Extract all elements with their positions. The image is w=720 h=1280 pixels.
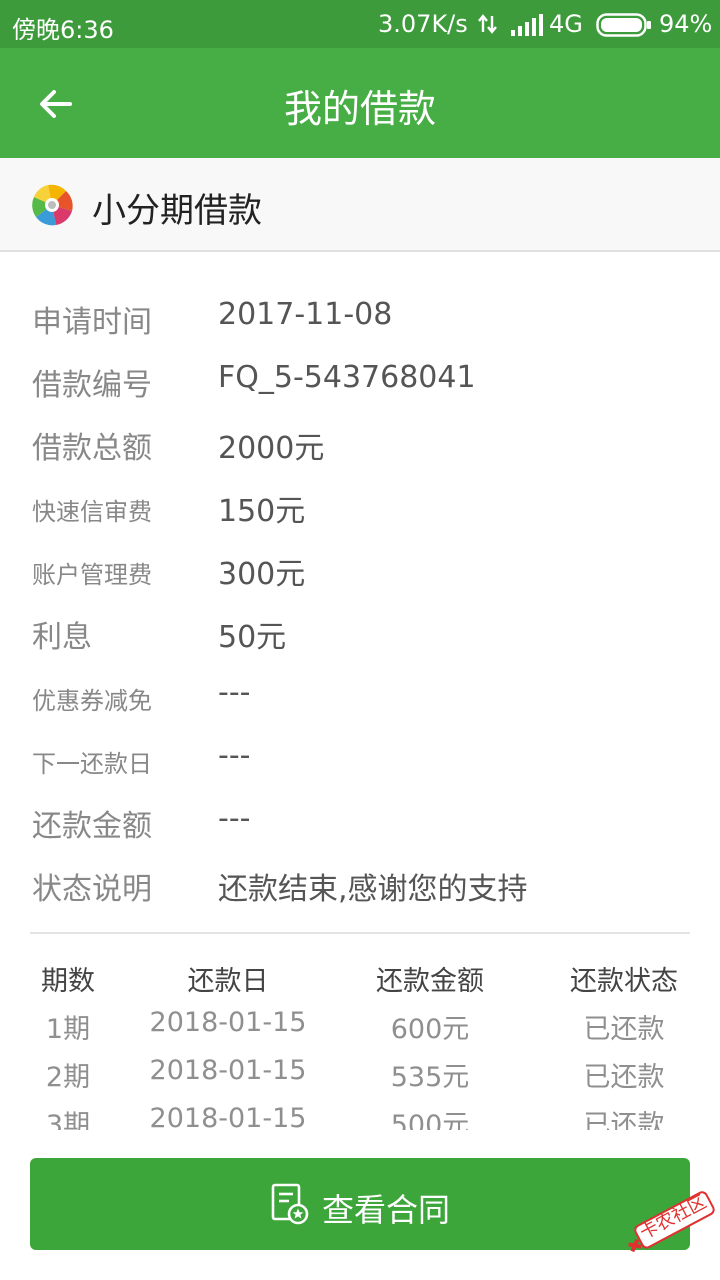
status-bar: 傍晚6:36 3.07K/s 4G 94%	[0, 0, 720, 48]
contract-document-icon	[271, 1183, 309, 1225]
schedule-cell-status: 已还款	[583, 1014, 665, 1045]
battery-icon	[596, 13, 651, 37]
section-divider	[30, 932, 690, 934]
network-type: 4G	[549, 10, 583, 38]
schedule-cell-status: 已还款	[583, 1062, 665, 1093]
detail-label: 申请时间	[32, 305, 152, 340]
detail-value: FQ_5-543768041	[218, 360, 476, 395]
product-header: 小分期借款	[0, 158, 720, 252]
schedule-cell-status: 已还款	[583, 1110, 665, 1130]
detail-row-status: 状态说明 还款结束,感谢您的支持	[0, 852, 720, 915]
view-contract-button[interactable]: 查看合同	[30, 1158, 690, 1250]
schedule-cell-date: 2018-01-15	[149, 1055, 307, 1086]
detail-row-total-amount: 借款总额 2000元	[0, 411, 720, 474]
detail-row-account-fee: 账户管理费 300元	[0, 537, 720, 600]
detail-row-interest: 利息 50元	[0, 600, 720, 663]
schedule-header-date: 还款日	[187, 966, 269, 997]
schedule-cell-date: 2018-01-15	[149, 1103, 307, 1130]
schedule-header-period: 期数	[41, 966, 95, 997]
detail-row-repay-amount: 还款金额 ---	[0, 789, 720, 852]
detail-row-coupon: 优惠券减免 ---	[0, 663, 720, 726]
schedule-cell-period: 3期	[45, 1110, 91, 1130]
watermark-logo: 卡农社区	[628, 1191, 715, 1253]
app-bar: 我的借款	[0, 48, 720, 158]
product-name: 小分期借款	[92, 191, 262, 231]
detail-row-apply-time: 申请时间 2017-11-08	[0, 285, 720, 348]
detail-label: 利息	[32, 620, 92, 655]
detail-row-review-fee: 快速信审费 150元	[0, 474, 720, 537]
detail-value: 50元	[218, 620, 287, 655]
battery-percent: 94%	[659, 10, 713, 38]
detail-value: 还款结束,感谢您的支持	[218, 872, 528, 907]
detail-label: 借款总额	[32, 431, 152, 466]
schedule-cell-date: 2018-01-15	[149, 1007, 307, 1038]
schedule-cell-amount: 600元	[390, 1014, 470, 1045]
detail-label: 状态说明	[32, 872, 152, 907]
loan-details: 申请时间 2017-11-08 借款编号 FQ_5-543768041 借款总额…	[0, 285, 720, 915]
schedule-cell-amount: 535元	[390, 1062, 470, 1093]
status-time: 傍晚6:36	[12, 16, 114, 44]
schedule-cell-period: 1期	[45, 1014, 91, 1045]
page-title: 我的借款	[283, 87, 436, 131]
schedule-cell-period: 2期	[45, 1062, 91, 1093]
detail-row-loan-number: 借款编号 FQ_5-543768041	[0, 348, 720, 411]
detail-label: 还款金额	[32, 809, 152, 844]
detail-value: 300元	[218, 557, 306, 592]
detail-value: ---	[218, 801, 251, 836]
detail-label: 账户管理费	[32, 561, 152, 589]
detail-value: 2017-11-08	[218, 297, 393, 332]
detail-label: 优惠券减免	[32, 687, 152, 715]
signal-icon	[511, 14, 543, 36]
repayment-schedule[interactable]: 期数 还款日 还款金额 还款状态 1期 2018-01-15 600元 已还款 …	[0, 955, 720, 1130]
schedule-header-status: 还款状态	[570, 966, 678, 997]
data-transfer-icon	[478, 14, 497, 34]
view-contract-label: 查看合同	[322, 1191, 451, 1229]
detail-value: ---	[218, 738, 251, 773]
detail-value: 150元	[218, 494, 306, 529]
detail-label: 借款编号	[32, 368, 152, 403]
detail-row-next-due-date: 下一还款日 ---	[0, 726, 720, 789]
network-speed: 3.07K/s	[378, 10, 468, 38]
detail-value: 2000元	[218, 431, 325, 466]
detail-label: 快速信审费	[32, 498, 152, 526]
schedule-header-amount: 还款金额	[376, 966, 484, 997]
detail-label: 下一还款日	[32, 750, 152, 778]
detail-value: ---	[218, 675, 251, 710]
schedule-cell-amount: 500元	[390, 1110, 470, 1130]
product-logo-icon	[32, 184, 73, 226]
